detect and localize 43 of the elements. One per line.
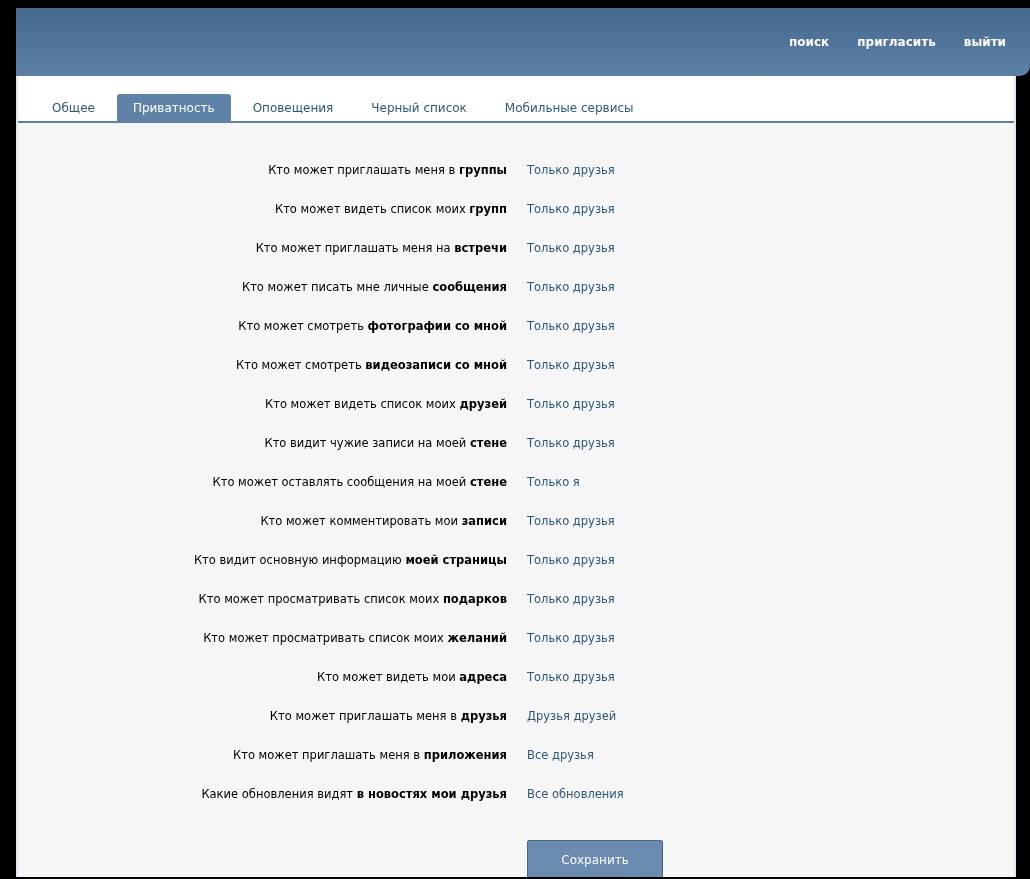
setting-label: Кто может смотреть видеозаписи со мной bbox=[235, 357, 507, 373]
setting-label: Кто может оставлять сообщения на моей стене bbox=[211, 474, 507, 490]
setting-value-link[interactable]: Все друзья bbox=[527, 747, 594, 763]
setting-value-link[interactable]: Только друзья bbox=[527, 513, 615, 529]
save-button[interactable]: Сохранить bbox=[527, 840, 663, 877]
setting-value-link[interactable]: Только друзья bbox=[527, 240, 615, 256]
setting-label: Кто может приглашать меня в группы bbox=[267, 162, 507, 178]
tab[interactable]: Оповещения bbox=[236, 94, 350, 121]
setting-value-link[interactable]: Только друзья bbox=[527, 630, 615, 646]
setting-value-link[interactable]: Только я bbox=[527, 474, 580, 490]
setting-label: Кто может просматривать список моих желаний bbox=[202, 630, 507, 646]
setting-value-link[interactable]: Только друзья bbox=[527, 318, 615, 334]
header-link[interactable]: пригласить bbox=[857, 35, 936, 49]
tab[interactable]: Мобильные сервисы bbox=[488, 94, 650, 121]
setting-label: Кто может видеть мои адреса bbox=[316, 669, 507, 685]
setting-value-link[interactable]: Только друзья bbox=[527, 396, 615, 412]
setting-value-link[interactable]: Только друзья bbox=[527, 435, 615, 451]
setting-value-link[interactable]: Только друзья bbox=[527, 591, 615, 607]
setting-label: Кто может видеть список моих групп bbox=[273, 201, 507, 217]
setting-label: Кто видит основную информацию моей страницы bbox=[192, 552, 507, 568]
setting-value-link[interactable]: Только друзья bbox=[527, 357, 615, 373]
setting-value-link[interactable]: Все обновления bbox=[527, 786, 624, 802]
setting-label: Кто может видеть список моих друзей bbox=[264, 396, 507, 412]
setting-value-link[interactable]: Только друзья bbox=[527, 162, 615, 178]
setting-label: Кто может смотреть фотографии со мной bbox=[237, 318, 507, 334]
tab[interactable]: Приватность bbox=[116, 94, 231, 121]
header-link[interactable]: поиск bbox=[789, 35, 830, 49]
setting-label: Кто может приглашать меня в друзья bbox=[268, 708, 507, 724]
setting-label: Кто может комментировать мои записи bbox=[259, 513, 507, 529]
setting-label: Кто может писать мне личные сообщения bbox=[241, 279, 507, 295]
setting-label: Кто может приглашать меня на встречи bbox=[254, 240, 507, 256]
setting-value-link[interactable]: Только друзья bbox=[527, 669, 615, 685]
setting-label: Какие обновления видят в новостях мои друзья bbox=[200, 786, 507, 802]
setting-value-link[interactable]: Только друзья bbox=[527, 201, 615, 217]
setting-value-link[interactable]: Только друзья bbox=[527, 279, 615, 295]
setting-label: Кто может просматривать список моих подарков bbox=[197, 591, 507, 607]
setting-label: Кто видит чужие записи на моей стене bbox=[263, 435, 507, 451]
setting-value-link[interactable]: Друзья друзей bbox=[527, 708, 617, 724]
setting-value-link[interactable]: Только друзья bbox=[527, 552, 615, 568]
tab[interactable]: Черный список bbox=[355, 94, 483, 121]
setting-label: Кто может приглашать меня в приложения bbox=[232, 747, 507, 763]
header-link[interactable]: выйти bbox=[963, 35, 1006, 49]
tab[interactable]: Общее bbox=[36, 94, 111, 121]
